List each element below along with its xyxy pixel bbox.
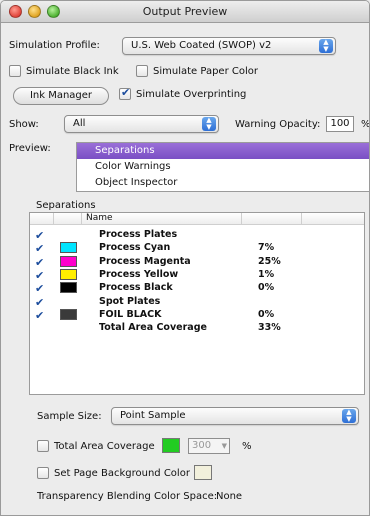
separation-name: Process Cyan — [99, 242, 171, 254]
separation-row[interactable]: ✔ Process Plates — [30, 228, 364, 242]
separation-check-icon[interactable]: ✔ — [35, 256, 44, 269]
page-background-checkbox[interactable] — [37, 467, 49, 479]
separation-percent: 7% — [258, 242, 275, 254]
separation-name: FOIL BLACK — [99, 308, 162, 320]
separation-check-icon[interactable]: ✔ — [35, 242, 44, 255]
simulate-paper-color-row[interactable]: Simulate Paper Color — [136, 65, 258, 77]
stepper-arrow-icon: ▼ — [221, 442, 227, 450]
total-area-coverage-label: Total Area Coverage — [54, 440, 155, 452]
total-area-coverage-field[interactable]: 300 ▼ — [188, 438, 230, 454]
simulate-black-ink-checkbox[interactable] — [9, 65, 21, 77]
simulate-overprinting-label: Simulate Overprinting — [136, 88, 247, 100]
popup-arrows-icon: ▲ ▼ — [202, 117, 216, 131]
separation-check-icon[interactable]: ✔ — [35, 309, 44, 322]
warning-opacity-unit: % — [361, 119, 370, 130]
ink-manager-button[interactable]: Ink Manager — [13, 87, 109, 105]
separation-check-icon[interactable]: ✔ — [35, 296, 44, 309]
separations-label: Separations — [36, 200, 96, 211]
separation-name: Process Yellow — [99, 268, 179, 280]
total-area-coverage-value: 300 — [192, 440, 212, 451]
title-bar: Output Preview — [1, 1, 369, 23]
preview-item-separations[interactable]: Separations — [77, 143, 369, 159]
separation-percent: 0% — [258, 282, 275, 294]
preview-item-color-warnings[interactable]: Color Warnings — [77, 159, 369, 175]
simulation-profile-label: Simulation Profile: — [9, 40, 100, 51]
separation-row[interactable]: ✔ Process Magenta 25% — [30, 255, 364, 269]
sample-size-value: Point Sample — [120, 410, 186, 421]
window-title: Output Preview — [142, 5, 228, 18]
popup-arrows-icon: ▲ ▼ — [319, 39, 333, 53]
separation-swatch — [60, 268, 77, 280]
simulate-overprinting-checkbox[interactable] — [119, 86, 131, 100]
preview-list[interactable]: Separations Color Warnings Object Inspec… — [76, 142, 369, 192]
separation-percent: 0% — [258, 308, 275, 320]
separation-check-icon[interactable]: ✔ — [35, 282, 44, 295]
sample-size-popup[interactable]: Point Sample ▲ ▼ — [111, 407, 359, 425]
simulate-paper-color-checkbox[interactable] — [136, 65, 148, 77]
simulate-black-ink-label: Simulate Black Ink — [26, 65, 119, 77]
show-popup[interactable]: All ▲ ▼ — [64, 115, 219, 133]
total-area-coverage-swatch[interactable] — [162, 438, 180, 453]
separation-percent: 33% — [258, 322, 281, 334]
separation-row[interactable]: Total Area Coverage 33% — [30, 321, 364, 334]
separation-swatch — [60, 242, 77, 254]
transparency-label: Transparency Blending Color Space: — [37, 491, 218, 502]
separation-percent: 25% — [258, 255, 281, 267]
warning-opacity-label: Warning Opacity: — [235, 119, 321, 130]
separation-swatch — [60, 308, 77, 320]
total-area-coverage-checkbox[interactable] — [37, 440, 49, 452]
separation-name: Total Area Coverage — [99, 322, 207, 334]
separation-name: Spot Plates — [99, 295, 161, 307]
simulate-paper-color-label: Simulate Paper Color — [153, 65, 258, 77]
page-background-swatch[interactable] — [194, 465, 212, 480]
separation-percent: 1% — [258, 268, 275, 280]
separation-row[interactable]: ✔ Process Black 0% — [30, 281, 364, 295]
separation-name: Process Plates — [99, 229, 178, 240]
sample-size-label: Sample Size: — [37, 411, 102, 422]
total-area-coverage-unit: % — [242, 441, 252, 452]
simulate-black-ink-row[interactable]: Simulate Black Ink — [9, 65, 119, 77]
simulation-profile-popup[interactable]: U.S. Web Coated (SWOP) v2 ▲ ▼ — [122, 37, 336, 55]
warning-opacity-field[interactable]: 100 — [326, 116, 354, 132]
separation-row[interactable]: ✔ FOIL BLACK 0% — [30, 308, 364, 322]
simulation-profile-value: U.S. Web Coated (SWOP) v2 — [131, 40, 272, 51]
output-preview-window: Output Preview Simulation Profile: U.S. … — [0, 0, 370, 516]
separation-swatch — [60, 255, 77, 267]
separation-check-icon[interactable]: ✔ — [35, 229, 44, 242]
show-value: All — [73, 118, 86, 129]
total-area-coverage-row[interactable]: Total Area Coverage — [37, 440, 155, 452]
separation-row[interactable]: ✔ Spot Plates — [30, 295, 364, 309]
separations-header: Name — [30, 213, 364, 225]
column-name: Name — [82, 213, 242, 225]
separation-swatch — [60, 282, 77, 294]
simulate-overprinting-row[interactable]: Simulate Overprinting — [119, 86, 247, 100]
show-label: Show: — [9, 119, 39, 130]
transparency-value: None — [216, 491, 243, 502]
preview-label: Preview: — [9, 143, 51, 154]
preview-item-object-inspector[interactable]: Object Inspector — [77, 175, 369, 191]
separation-check-icon[interactable]: ✔ — [35, 269, 44, 282]
separation-row[interactable]: ✔ Process Yellow 1% — [30, 268, 364, 282]
separations-table[interactable]: Name ✔ Process Plates ✔ Process Cyan 7% ✔ Proc… — [29, 212, 365, 395]
separation-name: Process Black — [99, 282, 173, 294]
separation-row[interactable]: ✔ Process Cyan 7% — [30, 241, 364, 255]
popup-arrows-icon: ▲ ▼ — [342, 409, 356, 423]
page-background-row[interactable]: Set Page Background Color — [37, 467, 190, 479]
page-background-label: Set Page Background Color — [54, 467, 190, 479]
separation-name: Process Magenta — [99, 255, 191, 267]
